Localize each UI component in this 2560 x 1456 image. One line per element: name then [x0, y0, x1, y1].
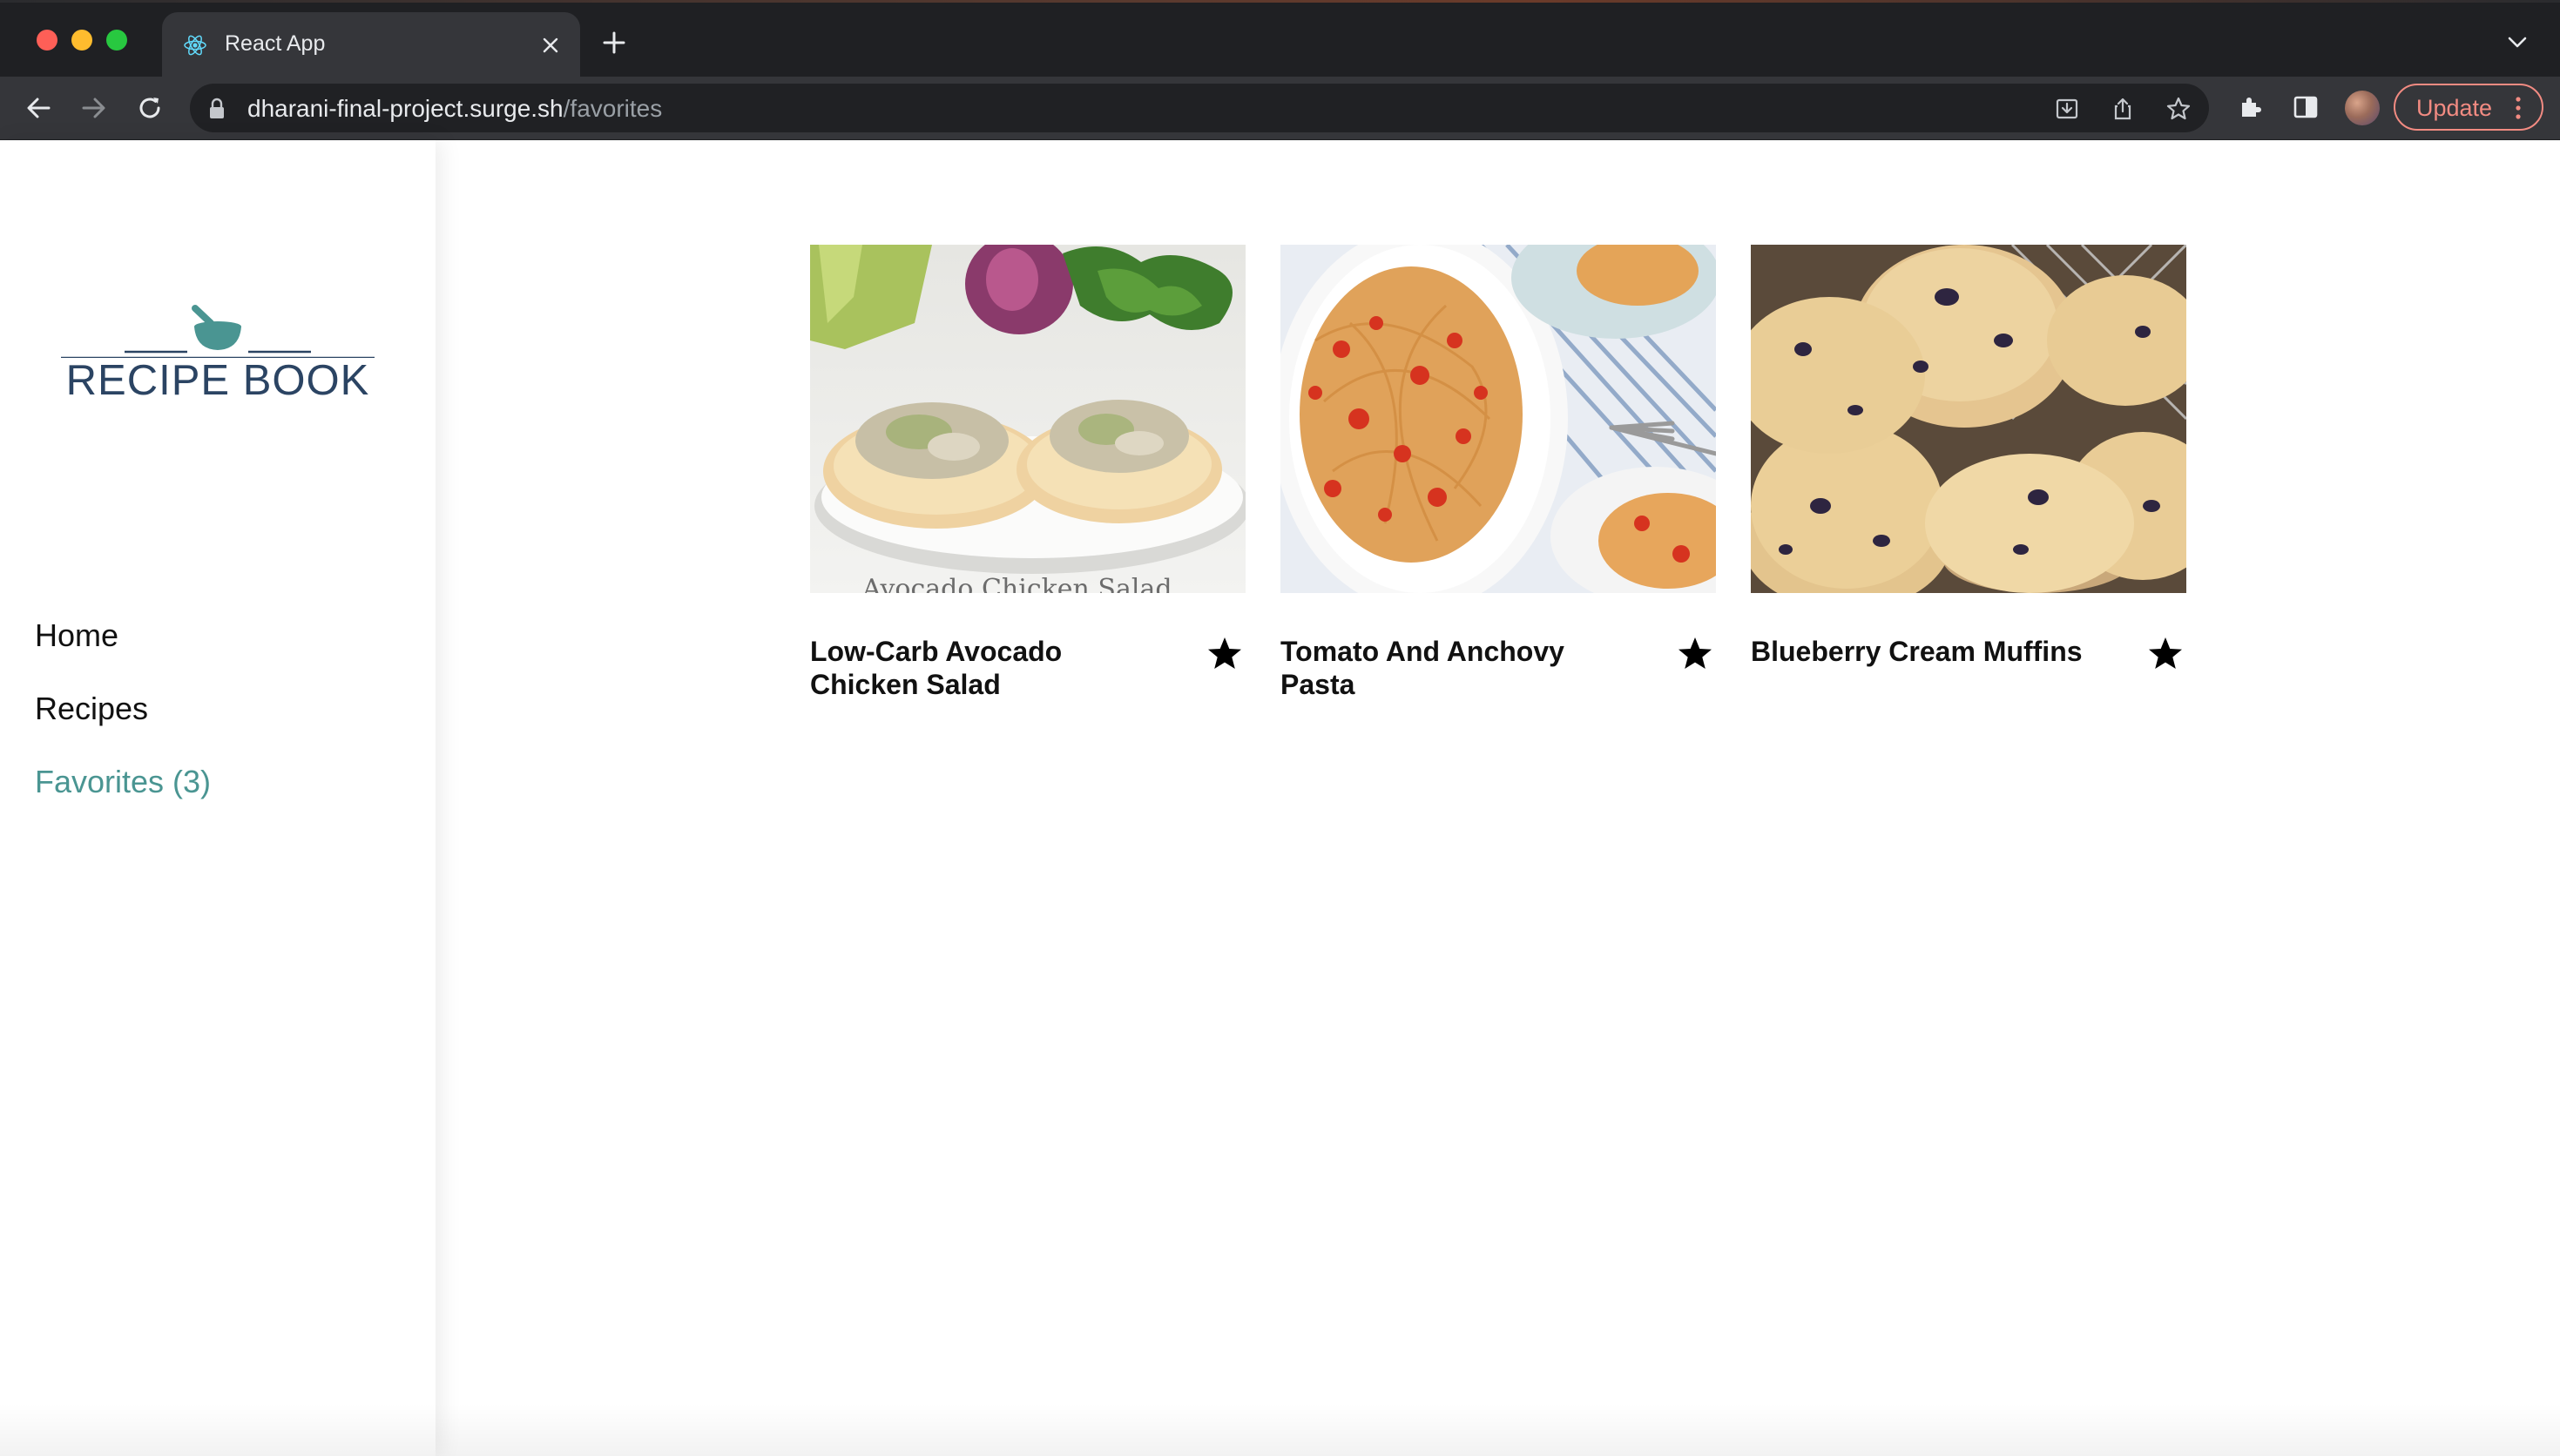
forward-arrow-icon[interactable]	[78, 92, 110, 124]
profile-avatar[interactable]	[2345, 91, 2380, 125]
back-arrow-icon[interactable]	[23, 92, 54, 124]
recipe-title[interactable]: Tomato And Anchovy Pasta	[1280, 635, 1646, 701]
logo-text: RECIPE BOOK	[65, 357, 370, 404]
update-button[interactable]: Update	[2394, 84, 2543, 131]
url-text[interactable]: dharani-final-project.surge.sh/favorites	[247, 95, 662, 123]
recipe-image-blueberry-muffins[interactable]	[1751, 245, 2186, 593]
recipe-book-logo[interactable]: RECIPE BOOK	[61, 304, 375, 417]
tab-title: React App	[225, 31, 326, 56]
bookmark-star-icon[interactable]	[2165, 96, 2192, 122]
nav-recipes[interactable]: Recipes	[35, 691, 148, 727]
browser-window: React App dharani-final-project.surge.sh…	[0, 0, 2560, 1456]
url-host: dharani-final-project.surge.sh	[247, 95, 564, 122]
sidebar: RECIPE BOOK Home Recipes Favorites (3)	[0, 140, 436, 1456]
favorite-star-icon[interactable]	[2146, 635, 2185, 673]
mortar-pestle-icon	[61, 305, 375, 358]
close-tab-icon[interactable]	[538, 33, 563, 57]
more-menu-icon	[2516, 97, 2521, 119]
update-label: Update	[2416, 95, 2493, 121]
maximize-window-button[interactable]	[106, 30, 127, 51]
page-content: RECIPE BOOK Home Recipes Favorites (3) A…	[0, 140, 2560, 1456]
recipe-title[interactable]: Low-Carb Avocado Chicken Salad	[810, 635, 1176, 701]
install-app-icon[interactable]	[2054, 96, 2080, 122]
tab-react-app[interactable]: React App	[162, 12, 580, 77]
minimize-window-button[interactable]	[71, 30, 92, 51]
favorite-star-icon[interactable]	[1206, 635, 1244, 673]
new-tab-icon[interactable]	[601, 30, 627, 56]
react-icon	[184, 35, 206, 56]
extensions-puzzle-icon[interactable]	[2235, 92, 2265, 122]
nav-favorites[interactable]: Favorites (3)	[35, 764, 211, 800]
recipe-title[interactable]: Blueberry Cream Muffins	[1751, 635, 2117, 668]
close-window-button[interactable]	[37, 30, 57, 51]
svg-text:Avocado Chicken Salad: Avocado Chicken Salad	[861, 574, 1172, 593]
side-panel-icon[interactable]	[2291, 92, 2320, 122]
share-icon[interactable]	[2110, 96, 2136, 122]
recipe-image-chicken-salad[interactable]: Avocado Chicken Salad	[810, 245, 1246, 593]
address-bar[interactable]: dharani-final-project.surge.sh/favorites	[190, 84, 2209, 132]
tab-bar: React App	[0, 0, 2560, 77]
tab-search-chevron-icon[interactable]	[2507, 35, 2528, 51]
reload-icon[interactable]	[134, 92, 165, 124]
favorite-star-icon[interactable]	[1676, 635, 1714, 673]
nav-home[interactable]: Home	[35, 617, 118, 654]
recipe-image-tomato-pasta[interactable]	[1280, 245, 1716, 593]
lock-icon[interactable]	[207, 98, 226, 120]
browser-toolbar: dharani-final-project.surge.sh/favorites…	[0, 77, 2560, 140]
url-path: /favorites	[563, 95, 663, 122]
